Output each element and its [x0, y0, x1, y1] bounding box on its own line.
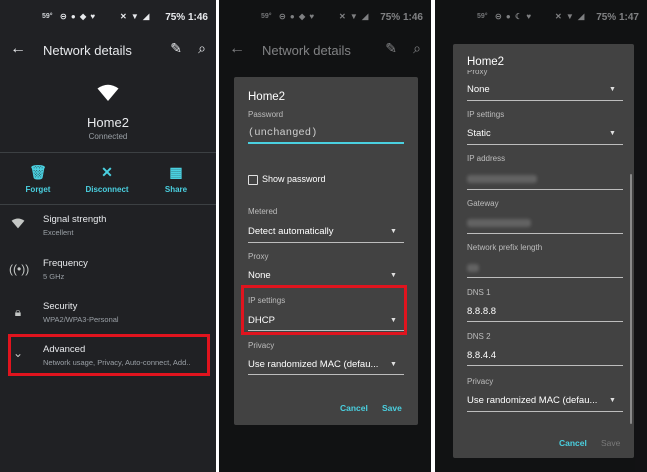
network-name: Home2	[87, 115, 129, 130]
dropdown-arrow-icon[interactable]: ▼	[390, 361, 397, 368]
password-underline	[248, 142, 404, 144]
save-button[interactable]: Save	[382, 403, 402, 413]
cancel-button[interactable]: Cancel	[559, 438, 587, 448]
dropdown-arrow-icon[interactable]: ▼	[390, 228, 397, 235]
underline	[467, 100, 623, 101]
dropdown-arrow-icon[interactable]: ▼	[609, 130, 616, 137]
metered-label: Metered	[248, 207, 278, 216]
privacy-select[interactable]: Use randomized MAC (defau...	[248, 359, 378, 370]
underline	[467, 189, 623, 190]
temperature-label: 59°	[42, 13, 53, 20]
app-bar: ← Network details ✎ ⌕	[0, 32, 216, 68]
proxy-label: Proxy	[248, 252, 269, 261]
ip-settings-label: IP settings	[467, 110, 505, 119]
dialog-title: Home2	[467, 56, 505, 68]
connection-status: Connected	[88, 132, 128, 141]
network-details-screen: 59° ⊝ ● ◆ ♥ ✕ ▼ ◢ 75% 1:46 ← Network det…	[0, 0, 216, 472]
edit-network-dhcp-screen: 59° ⊝ ● ◆ ♥ ✕ ▼ ◢ 75% 1:46 ← Network det…	[219, 0, 431, 472]
edit-pencil-icon[interactable]: ✎	[170, 40, 182, 57]
highlight-box	[8, 334, 210, 376]
row-subtitle: WPA2/WPA3-Personal	[43, 315, 119, 324]
trash-icon: 🗑︎	[29, 164, 47, 180]
row-subtitle: Excellent	[43, 228, 74, 237]
wifi-large-icon	[0, 84, 216, 107]
proxy-select[interactable]: None	[467, 84, 490, 95]
underline	[467, 365, 623, 366]
back-arrow-icon[interactable]: ←	[10, 40, 26, 58]
ip-settings-select[interactable]: Static	[467, 128, 491, 139]
scrollbar[interactable]	[630, 174, 632, 424]
radio-tower-icon: ((•))	[9, 262, 30, 276]
dns2-field[interactable]: 8.8.4.4	[467, 350, 496, 361]
row-title: Frequency	[43, 258, 88, 269]
signal-strength-row: Signal strength Excellent	[0, 212, 216, 252]
forget-label: Forget	[25, 185, 51, 194]
privacy-select[interactable]: Use randomized MAC (defau...	[467, 395, 597, 406]
row-title: Security	[43, 301, 78, 312]
cancel-button[interactable]: Cancel	[340, 403, 368, 413]
row-title: Signal strength	[43, 214, 107, 225]
gateway-field-blurred[interactable]	[467, 219, 531, 227]
disconnect-button[interactable]: ✕ Disconnect	[77, 164, 137, 194]
highlight-box	[241, 285, 407, 335]
show-password-label: Show password	[262, 174, 326, 184]
dialog-title: Home2	[248, 91, 286, 103]
privacy-label: Privacy	[248, 341, 275, 350]
battery-time: 75% 1:46	[165, 12, 208, 23]
row-subtitle: 5 GHz	[43, 272, 65, 281]
ip-address-field-blurred[interactable]	[467, 175, 537, 183]
divider	[0, 204, 216, 205]
password-field[interactable]: (unchanged)	[248, 127, 317, 139]
wifi-icon	[9, 218, 27, 232]
dropdown-arrow-icon[interactable]: ▼	[609, 397, 616, 404]
underline	[467, 321, 623, 322]
underline	[467, 233, 623, 234]
underline	[248, 374, 404, 375]
lock-icon: 🔒︎	[14, 305, 22, 319]
gateway-label: Gateway	[467, 199, 499, 208]
disconnect-label: Disconnect	[85, 185, 129, 194]
underline	[467, 277, 623, 278]
save-button[interactable]: Save	[601, 438, 620, 448]
underline	[467, 144, 623, 145]
dropdown-arrow-icon[interactable]: ▼	[609, 86, 616, 93]
divider	[0, 152, 216, 153]
dns2-label: DNS 2	[467, 332, 491, 341]
dns1-label: DNS 1	[467, 288, 491, 297]
prefix-length-label: Network prefix length	[467, 243, 543, 252]
search-icon[interactable]: ⌕	[198, 40, 206, 57]
prefix-length-field-blurred[interactable]	[467, 264, 479, 272]
status-icons: ⊝ ● ◆ ♥	[60, 12, 97, 21]
signal-icons: ✕ ▼ ◢	[120, 12, 151, 21]
ip-address-label: IP address	[467, 154, 506, 163]
show-password-checkbox[interactable]	[248, 175, 258, 185]
dropdown-arrow-icon[interactable]: ▼	[390, 272, 397, 279]
network-edit-dialog: Home2 Proxy None ▼ IP settings Static ▼ …	[453, 44, 634, 458]
underline	[467, 411, 623, 412]
qr-code-icon: ▦	[169, 164, 183, 180]
proxy-label: Proxy	[467, 67, 488, 76]
network-edit-dialog: Home2 Password (unchanged) Show password…	[234, 77, 418, 425]
status-bar: 59° ⊝ ● ◆ ♥ ✕ ▼ ◢ 75% 1:46	[0, 0, 216, 32]
proxy-select[interactable]: None	[248, 270, 271, 281]
password-label: Password	[248, 110, 284, 119]
security-row: 🔒︎ Security WPA2/WPA3-Personal	[0, 299, 216, 339]
dns1-field[interactable]: 8.8.8.8	[467, 306, 496, 317]
frequency-row: ((•)) Frequency 5 GHz	[0, 256, 216, 296]
share-button[interactable]: ▦ Share	[146, 164, 206, 194]
metered-select[interactable]: Detect automatically	[248, 226, 334, 237]
privacy-label: Privacy	[467, 377, 494, 386]
close-icon: ✕	[101, 164, 113, 180]
forget-button[interactable]: 🗑︎ Forget	[8, 164, 68, 194]
underline	[248, 242, 404, 243]
share-label: Share	[164, 185, 188, 194]
page-title: Network details	[43, 43, 132, 58]
edit-network-static-screen: 59° ⊝ ● ☾ ♥ ✕ ▼ ◢ 75% 1:47 Home2 Proxy N…	[435, 0, 647, 472]
